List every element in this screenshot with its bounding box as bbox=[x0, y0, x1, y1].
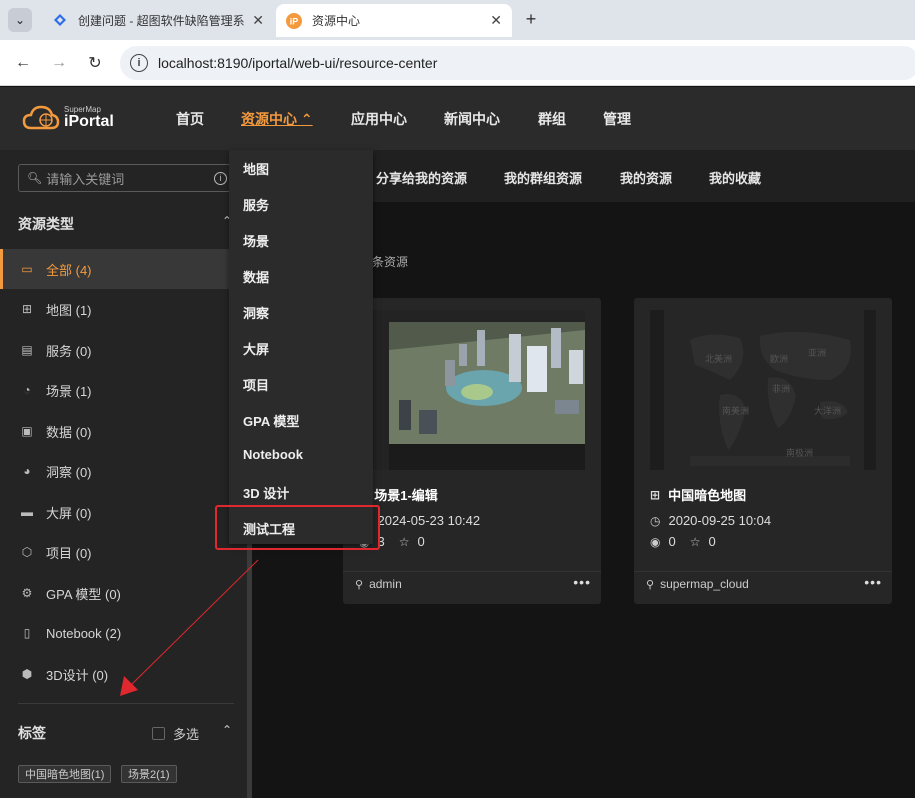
annotation-arrow-icon bbox=[120, 559, 259, 696]
